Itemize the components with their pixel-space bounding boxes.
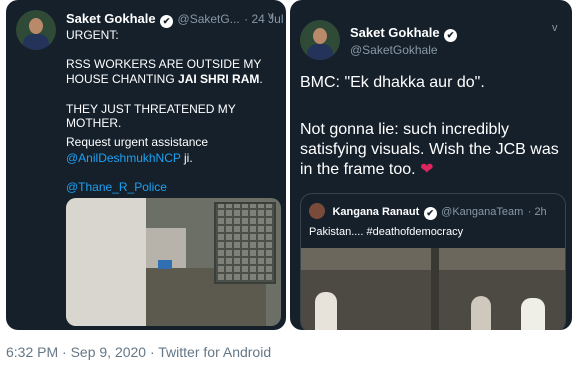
tweet-text-line2: Not gonna lie: such incredibly satisfyin… xyxy=(300,120,570,180)
right-tweet-card[interactable]: Saket Gokhale ✔ @SaketGokhale v BMC: "Ek… xyxy=(290,0,572,330)
heart-icon: ❤ xyxy=(420,161,434,178)
avatar-body xyxy=(307,44,333,60)
quoted-author-handle: @KanganaTeam xyxy=(441,206,524,218)
avatar[interactable] xyxy=(300,20,340,60)
photo-person xyxy=(471,296,491,330)
line3-start: Request urgent assistance xyxy=(66,135,209,149)
quoted-tweet-text: Pakistan.... #deathofdemocracy xyxy=(309,226,464,238)
quoted-avatar xyxy=(309,203,325,219)
author-name[interactable]: Saket Gokhale xyxy=(350,25,440,40)
quoted-tweet-photo[interactable] xyxy=(301,248,565,330)
line1-bold: JAI SHRI RAM xyxy=(178,72,260,86)
quoted-tweet-time: · 2h xyxy=(527,206,547,218)
author-name-row: Saket Gokhale ✔ xyxy=(350,24,458,42)
author-handle[interactable]: @SaketG... xyxy=(178,12,240,26)
author-handle[interactable]: @SaketGokhale xyxy=(350,43,438,57)
photo-window-grill xyxy=(214,202,276,284)
mention-link[interactable]: @AnilDeshmukhNCP xyxy=(66,151,181,165)
tweet-text-line2: THEY JUST THREATENED MY MOTHER. xyxy=(66,102,236,130)
quoted-tweet[interactable]: Kangana Ranaut ✔ @KanganaTeam · 2h Pakis… xyxy=(300,193,566,330)
verified-badge-icon: ✔ xyxy=(423,207,437,220)
line3-end: ji. xyxy=(180,151,193,165)
avatar-body xyxy=(23,34,49,50)
photo-blue-tarp xyxy=(158,260,172,269)
tweet-text-line1: RSS WORKERS ARE OUTSIDE MY HOUSE CHANTIN… xyxy=(66,57,286,87)
photo-building-wall xyxy=(66,198,146,326)
chevron-down-icon[interactable]: v xyxy=(268,10,274,22)
tweet-text-urgent: URGENT: xyxy=(66,28,119,42)
avatar-face xyxy=(313,28,327,44)
quoted-tweet-header: Kangana Ranaut ✔ @KanganaTeam · 2h xyxy=(309,202,547,220)
tweet-header: Saket Gokhale ✔ @SaketG... · 24 Jul xyxy=(66,10,284,28)
tweet-time[interactable]: · 24 Jul xyxy=(244,12,283,26)
photo-person xyxy=(521,298,545,330)
tweet-text-line4: @Thane_R_Police xyxy=(66,180,167,194)
tweet-text-line1: BMC: "Ek dhakka aur do". xyxy=(300,74,485,91)
verified-badge-icon: ✔ xyxy=(160,15,174,28)
avatar[interactable] xyxy=(16,10,56,50)
tweet-timestamp-footer[interactable]: 6:32 PM · Sep 9, 2020 · Twitter for Andr… xyxy=(6,344,271,360)
author-name[interactable]: Saket Gokhale xyxy=(66,11,156,26)
verified-badge-icon: ✔ xyxy=(444,29,458,42)
chevron-down-icon[interactable]: v xyxy=(552,22,558,34)
tweet-photo[interactable] xyxy=(66,198,281,326)
left-tweet-card[interactable]: Saket Gokhale ✔ @SaketG... · 24 Jul v UR… xyxy=(6,0,286,330)
tweet-text-line3: Request urgent assistance @AnilDeshmukhN… xyxy=(66,134,208,166)
avatar-face xyxy=(29,18,43,34)
mention-link[interactable]: @Thane_R_Police xyxy=(66,180,167,194)
photo-person xyxy=(315,292,337,330)
quoted-author-name: Kangana Ranaut xyxy=(332,206,420,218)
line1-end: . xyxy=(259,72,263,86)
photo-pillar xyxy=(431,248,439,330)
